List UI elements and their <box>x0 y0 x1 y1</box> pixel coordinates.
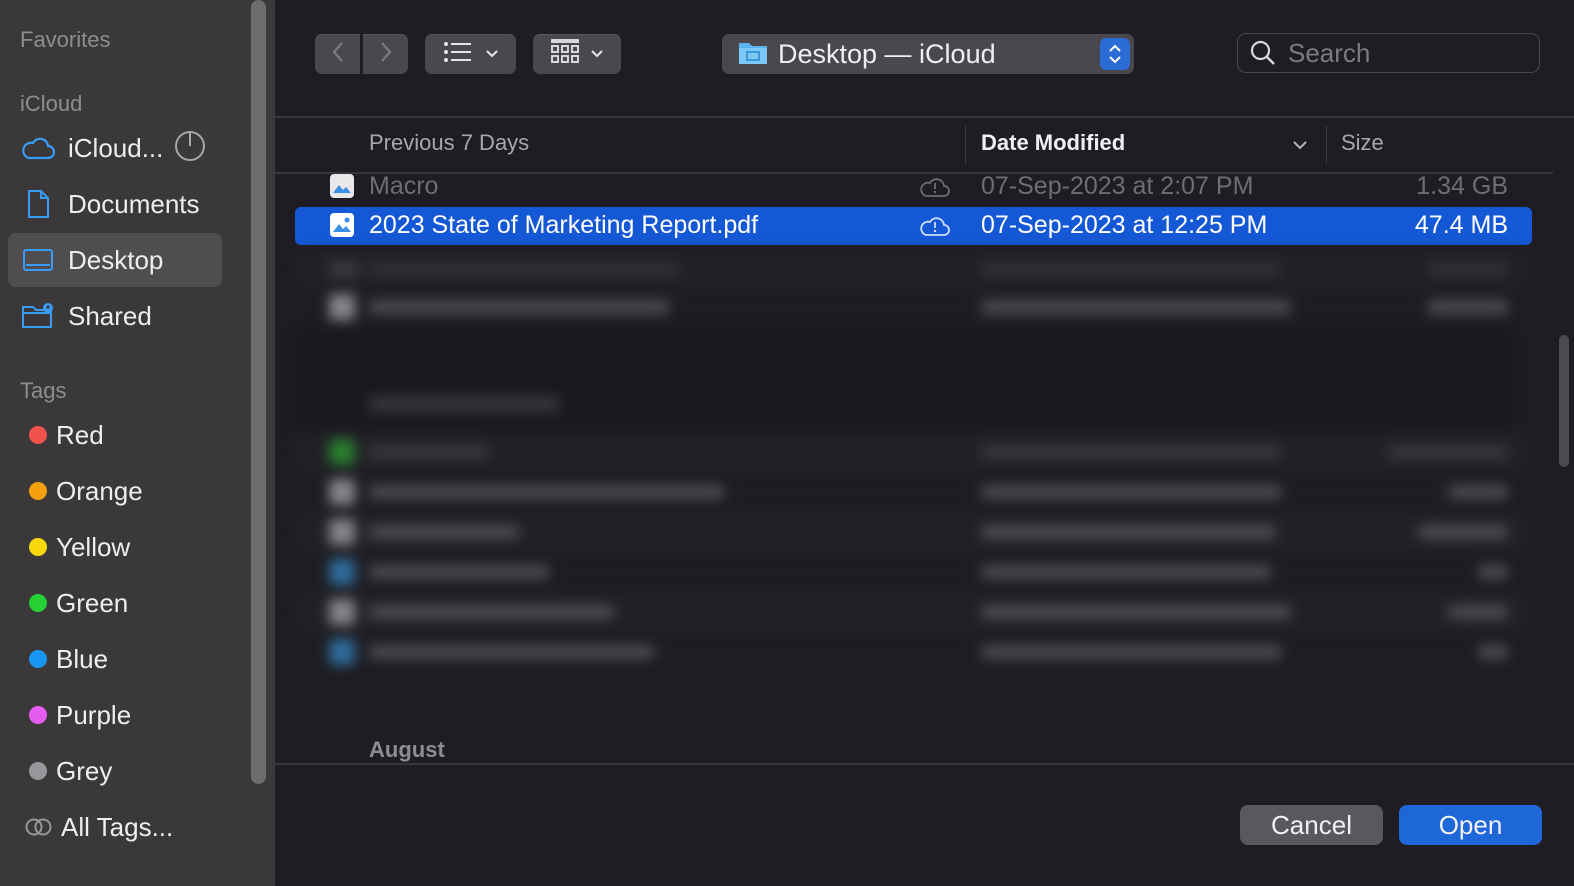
cancel-button[interactable]: Cancel <box>1240 805 1383 845</box>
sidebar-item-documents[interactable]: Documents <box>8 177 222 231</box>
tag-label: Grey <box>56 755 113 786</box>
cloud-icon <box>20 130 56 166</box>
group-label-august: August <box>369 737 445 762</box>
location-label: Desktop — iCloud <box>778 38 996 69</box>
tag-label: Yellow <box>56 531 131 562</box>
image-file-icon <box>329 212 355 238</box>
sidebar-item-label: Desktop <box>68 244 164 275</box>
blurred-row <box>295 433 1532 471</box>
document-icon <box>20 186 56 222</box>
location-stepper[interactable] <box>1100 38 1130 70</box>
tag-dot-icon <box>29 538 47 556</box>
tag-label: Green <box>56 587 129 618</box>
back-button[interactable] <box>315 34 360 74</box>
tag-label: All Tags... <box>61 811 174 842</box>
chevron-right-icon <box>379 41 393 68</box>
view-list-button[interactable] <box>425 34 516 74</box>
file-name: 2023 State of Marketing Report.pdf <box>369 211 759 239</box>
blurred-row <box>295 593 1532 631</box>
tag-label: Purple <box>56 699 132 730</box>
view-grid-button[interactable] <box>533 34 621 74</box>
tag-dot-icon <box>29 706 47 724</box>
sidebar-item-shared[interactable]: Shared <box>8 289 222 343</box>
search-field[interactable] <box>1237 33 1540 73</box>
desktop-icon <box>20 242 56 278</box>
dialog-footer: Cancel Open <box>275 765 1574 886</box>
file-row-macro[interactable]: Macro 07-Sep-2023 at 2:07 PM 1.34 GB <box>295 168 1532 206</box>
folder-icon <box>738 39 768 70</box>
blurred-row <box>295 288 1532 326</box>
sidebar-item-label: iCloud... <box>68 132 164 163</box>
location-popup[interactable]: Desktop — iCloud <box>722 34 1134 74</box>
sort-chevron-down-icon[interactable] <box>1292 140 1308 150</box>
tag-label: Red <box>56 419 104 450</box>
blurred-row <box>295 633 1532 671</box>
all-tags-icon <box>25 817 53 837</box>
file-row-selected[interactable]: 2023 State of Marketing Report.pdf 07-Se… <box>295 207 1532 245</box>
up-down-chevron-icon <box>1109 44 1121 64</box>
tag-dot-icon <box>29 594 47 612</box>
tag-label: Orange <box>56 475 143 506</box>
tag-orange[interactable]: Orange <box>8 464 222 518</box>
blurred-row <box>295 250 1532 288</box>
chevron-left-icon <box>331 41 345 68</box>
grid-view-icon <box>550 38 580 70</box>
sidebar-item-desktop[interactable]: Desktop <box>8 233 222 287</box>
sidebar-section-icloud: iCloud <box>20 91 83 116</box>
column-separator[interactable] <box>1326 126 1327 164</box>
tag-dot-icon <box>29 426 47 444</box>
column-header-row: Previous 7 Days Date Modified Size <box>275 118 1553 172</box>
sidebar-scrollbar[interactable] <box>251 0 266 784</box>
tag-dot-icon <box>29 650 47 668</box>
file-size: 47.4 MB <box>1414 211 1508 239</box>
shared-folder-icon <box>20 298 56 334</box>
tag-all-tags[interactable]: All Tags... <box>8 800 222 854</box>
cloud-alert-icon <box>919 176 951 205</box>
tag-dot-icon <box>29 482 47 500</box>
search-input[interactable] <box>1286 36 1520 70</box>
column-separator[interactable] <box>965 126 966 164</box>
sidebar-section-favorites: Favorites <box>20 27 111 52</box>
sidebar-item-label: Documents <box>68 188 200 219</box>
open-button[interactable]: Open <box>1399 805 1542 845</box>
toolbar: Desktop — iCloud <box>275 0 1574 116</box>
blurred-row <box>295 473 1532 511</box>
sync-progress-icon <box>175 131 205 161</box>
tag-green[interactable]: Green <box>8 576 222 630</box>
sidebar-item-label: Shared <box>68 300 152 331</box>
tag-grey[interactable]: Grey <box>8 744 222 798</box>
file-size: 1.34 GB <box>1416 172 1508 200</box>
tag-purple[interactable]: Purple <box>8 688 222 742</box>
cloud-alert-icon <box>919 215 951 244</box>
chevron-down-icon <box>485 49 499 59</box>
sidebar-section-tags: Tags <box>20 378 67 403</box>
file-name: Macro <box>369 172 439 200</box>
tag-label: Blue <box>56 643 109 674</box>
file-date: 07-Sep-2023 at 12:25 PM <box>981 211 1268 239</box>
sidebar: Favorites iCloud iCloud... Documents Des… <box>0 0 275 886</box>
list-view-icon <box>443 41 473 68</box>
forward-button[interactable] <box>363 34 408 74</box>
tag-yellow[interactable]: Yellow <box>8 520 222 574</box>
blurred-row <box>295 513 1532 551</box>
tag-dot-icon <box>29 762 47 780</box>
list-scrollbar[interactable] <box>1559 335 1569 467</box>
chevron-down-icon <box>590 49 604 59</box>
column-header-size[interactable]: Size <box>1341 130 1384 156</box>
tag-blue[interactable]: Blue <box>8 632 222 686</box>
blurred-row <box>295 553 1532 591</box>
tag-red[interactable]: Red <box>8 408 222 462</box>
column-header-name[interactable]: Previous 7 Days <box>369 130 529 156</box>
search-icon <box>1250 40 1276 66</box>
image-file-icon <box>329 173 355 199</box>
file-date: 07-Sep-2023 at 2:07 PM <box>981 172 1254 200</box>
column-header-date-modified[interactable]: Date Modified <box>981 130 1125 156</box>
